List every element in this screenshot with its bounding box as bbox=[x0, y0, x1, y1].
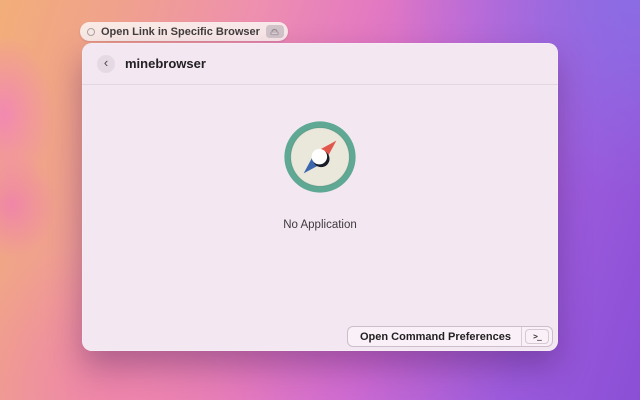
search-header: ‹ bbox=[82, 43, 558, 85]
open-command-preferences-button[interactable]: Open Command Preferences >_ bbox=[347, 326, 553, 347]
ring-icon bbox=[87, 27, 95, 36]
device-badge-icon bbox=[265, 25, 284, 38]
shortcut-key-icon: >_ bbox=[525, 329, 549, 344]
button-divider bbox=[521, 327, 522, 346]
command-title-label: Open Link in Specific Browser bbox=[101, 25, 260, 38]
extension-window: ‹ No Application Open Command Preference… bbox=[82, 43, 558, 351]
results-area: No Application Open Command Preferences … bbox=[82, 85, 558, 351]
command-title-pill[interactable]: Open Link in Specific Browser bbox=[80, 22, 288, 41]
open-command-preferences-label: Open Command Preferences bbox=[360, 330, 511, 343]
back-button[interactable]: ‹ bbox=[97, 54, 115, 73]
compass-icon bbox=[284, 121, 356, 193]
empty-state-message: No Application bbox=[283, 219, 357, 231]
search-input[interactable] bbox=[125, 56, 543, 71]
chevron-left-icon: ‹ bbox=[103, 55, 109, 70]
screen: Open Link in Specific Browser ‹ minebrow… bbox=[0, 0, 640, 400]
